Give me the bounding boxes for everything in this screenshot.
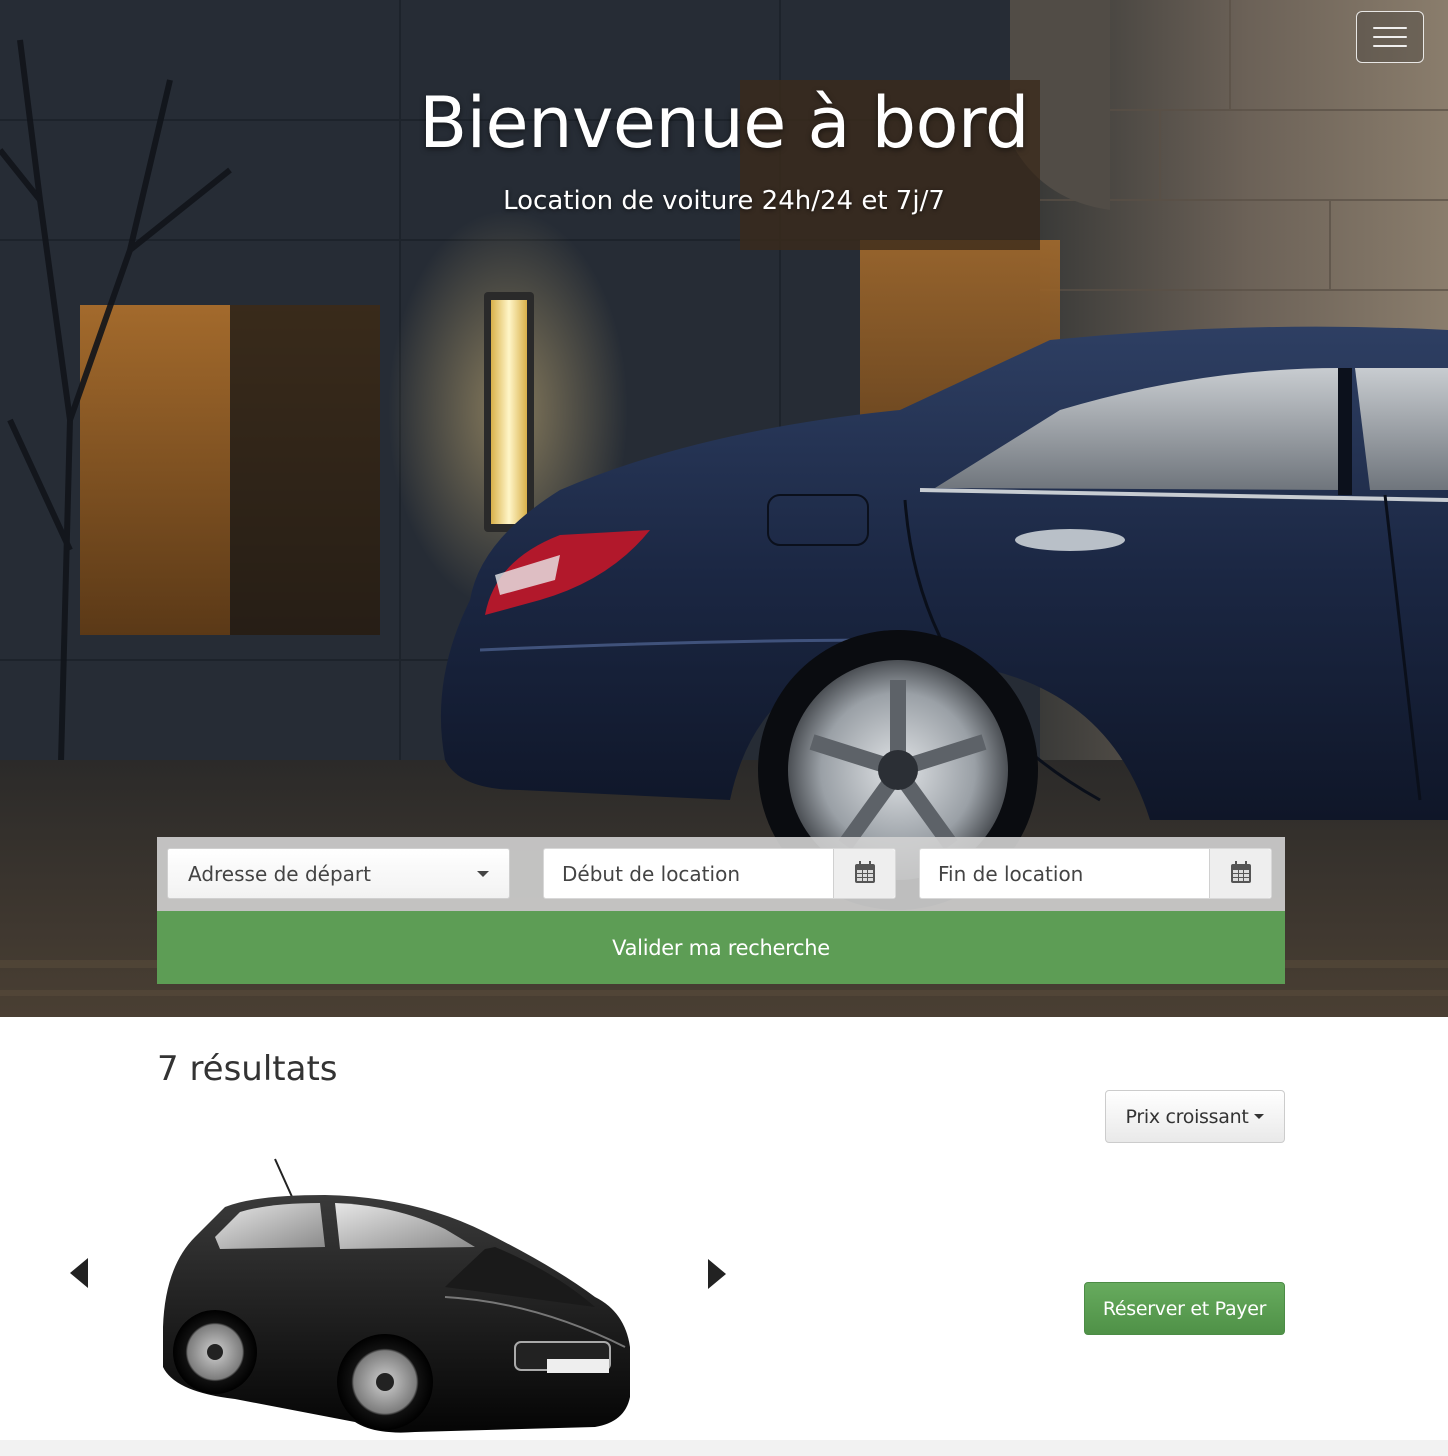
hamburger-menu-icon (1373, 27, 1407, 29)
hero-title: Bienvenue à bord (419, 82, 1029, 164)
carousel-next-arrow-icon[interactable] (708, 1259, 726, 1289)
hero-section: Bienvenue à bord Location de voiture 24h… (0, 0, 1448, 1017)
search-fields-row: Adresse de départ Début de location Fin … (157, 837, 1285, 911)
rental-end-field[interactable]: Fin de location (919, 848, 1272, 899)
rental-start-calendar-button[interactable] (833, 849, 895, 898)
hero-subtitle: Location de voiture 24h/24 et 7j/7 (503, 186, 945, 216)
departure-address-select[interactable]: Adresse de départ (167, 848, 510, 899)
results-section: 7 résultats Prix croissant Réserver et P… (0, 1017, 1448, 1456)
page-footer-band (0, 1440, 1448, 1456)
book-and-pay-button[interactable]: Réserver et Payer (1084, 1282, 1285, 1335)
rental-start-placeholder: Début de location (562, 861, 740, 886)
hamburger-menu-button[interactable] (1356, 11, 1424, 63)
calendar-icon (1230, 861, 1251, 883)
hamburger-menu-icon-bar (1373, 45, 1407, 47)
chevron-down-icon (477, 870, 489, 877)
hamburger-menu-icon-bar (1373, 36, 1407, 38)
rental-end-calendar-button[interactable] (1209, 849, 1271, 898)
submit-search-button[interactable]: Valider ma recherche (157, 911, 1285, 984)
rental-end-placeholder: Fin de location (938, 861, 1084, 886)
chevron-down-icon (1254, 1114, 1265, 1119)
carousel-prev-arrow-icon[interactable] (70, 1258, 88, 1288)
departure-address-label: Adresse de départ (188, 861, 371, 886)
sort-label: Prix croissant (1125, 1105, 1249, 1128)
results-count: 7 résultats (157, 1049, 338, 1089)
car-photo (163, 1158, 630, 1433)
calendar-icon (854, 861, 875, 883)
rental-start-field[interactable]: Début de location (543, 848, 896, 899)
search-form: Adresse de départ Début de location Fin … (157, 837, 1285, 984)
sort-dropdown-button[interactable]: Prix croissant (1105, 1090, 1285, 1143)
